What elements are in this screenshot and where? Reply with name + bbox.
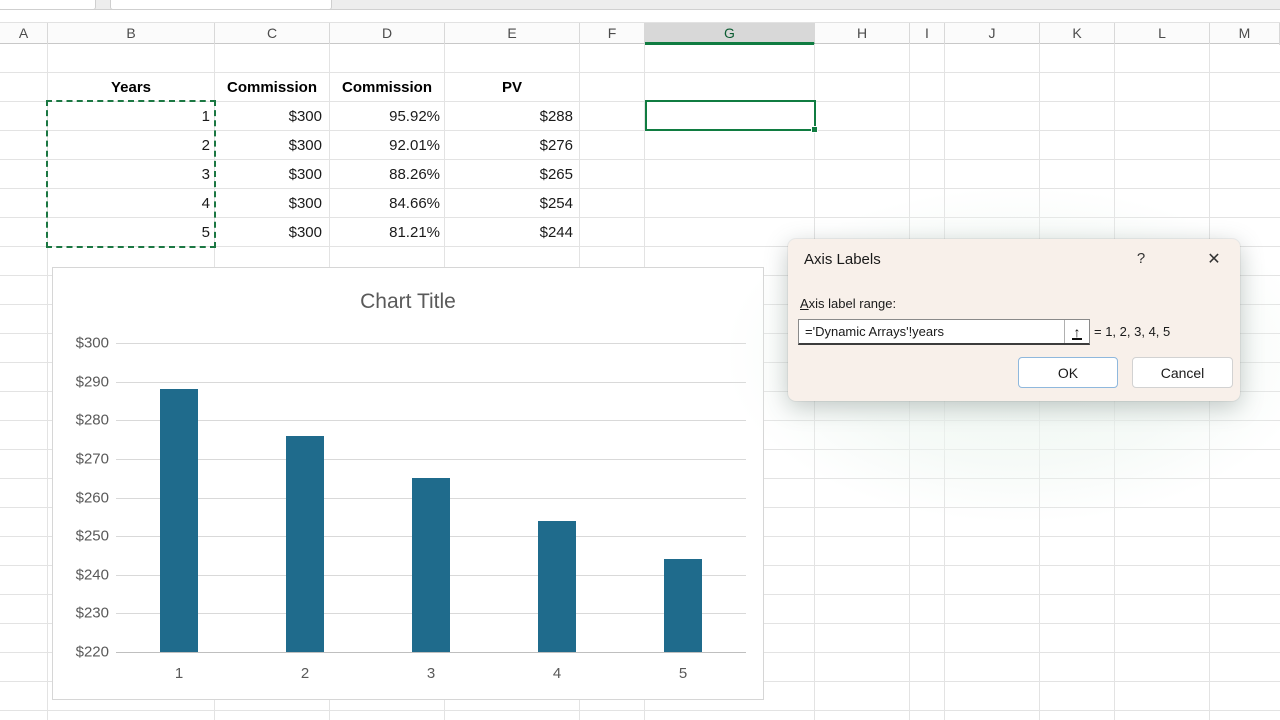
- chart[interactable]: Chart Title $220 $230 $240 $250 $260 $270 $280…: [52, 267, 764, 700]
- cell-B6[interactable]: 4: [80, 189, 210, 218]
- x-axis-label: 3: [427, 665, 435, 682]
- axis-label-range-label: Axis label range:: [800, 296, 896, 311]
- y-axis-label: $290: [57, 373, 109, 390]
- dialog-title: Axis Labels: [804, 251, 881, 268]
- column-header-I[interactable]: I: [910, 23, 945, 45]
- formula-bar-remnant: [0, 0, 1280, 10]
- cell-E5[interactable]: $265: [443, 160, 573, 189]
- cell-D6[interactable]: 84.66%: [310, 189, 440, 218]
- chart-gridline: [116, 343, 746, 344]
- collapse-dialog-icon[interactable]: ↑: [1064, 320, 1089, 343]
- column-header-J[interactable]: J: [945, 23, 1040, 45]
- cell-D3[interactable]: 95.92%: [310, 102, 440, 131]
- chart-title: Chart Title: [53, 290, 763, 314]
- close-icon[interactable]: ✕: [1204, 249, 1224, 269]
- column-header-C[interactable]: C: [215, 23, 330, 45]
- column-header-F[interactable]: F: [580, 23, 645, 45]
- y-axis-label: $250: [57, 528, 109, 545]
- up-arrow-icon: ↑: [1074, 324, 1081, 340]
- chart-bar-5: [664, 559, 702, 652]
- cell-D2[interactable]: Commission: [317, 73, 457, 102]
- cell-B4[interactable]: 2: [80, 131, 210, 160]
- cell-B3[interactable]: 1: [80, 102, 210, 131]
- x-axis-label: 4: [553, 665, 561, 682]
- chart-gridline: [116, 652, 746, 653]
- cell-E4[interactable]: $276: [443, 131, 573, 160]
- axis-labels-dialog: Axis Labels ? ✕ Axis label range: ↑ = 1,…: [788, 239, 1240, 401]
- cell-C7[interactable]: $300: [192, 218, 322, 247]
- formula-input-remnant: [110, 0, 332, 10]
- chart-bar-4: [538, 521, 576, 652]
- x-axis-label: 5: [679, 665, 687, 682]
- axis-label-range-input[interactable]: [799, 320, 1064, 343]
- cell-D4[interactable]: 92.01%: [310, 131, 440, 160]
- cell-C3[interactable]: $300: [192, 102, 322, 131]
- help-icon[interactable]: ?: [1132, 250, 1150, 267]
- column-header-G[interactable]: G: [645, 23, 815, 45]
- fill-handle[interactable]: [811, 126, 818, 133]
- name-box-remnant: [0, 0, 96, 10]
- cell-B5[interactable]: 3: [80, 160, 210, 189]
- selected-cell: [645, 100, 816, 131]
- column-header-L[interactable]: L: [1115, 23, 1210, 45]
- column-header-E[interactable]: E: [445, 23, 580, 45]
- cell-E7[interactable]: $244: [443, 218, 573, 247]
- column-header-M[interactable]: M: [1210, 23, 1280, 45]
- range-input-group: ↑: [798, 319, 1090, 345]
- y-axis-label: $260: [57, 489, 109, 506]
- y-axis-label: $270: [57, 450, 109, 467]
- column-header-row: ABCDEFGHIJKLM: [0, 22, 1280, 44]
- cell-C5[interactable]: $300: [192, 160, 322, 189]
- cell-E6[interactable]: $254: [443, 189, 573, 218]
- column-header-K[interactable]: K: [1040, 23, 1115, 45]
- y-axis-label: $300: [57, 335, 109, 352]
- cell-B2[interactable]: Years: [61, 73, 201, 102]
- grid-line: [47, 44, 48, 720]
- cell-B7[interactable]: 5: [80, 218, 210, 247]
- y-axis-label: $240: [57, 566, 109, 583]
- x-axis-label: 2: [301, 665, 309, 682]
- cell-D7[interactable]: 81.21%: [310, 218, 440, 247]
- column-header-B[interactable]: B: [48, 23, 215, 45]
- y-axis-label: $280: [57, 412, 109, 429]
- chart-bar-3: [412, 478, 450, 652]
- chart-bar-2: [286, 436, 324, 652]
- cell-E3[interactable]: $288: [443, 102, 573, 131]
- y-axis-label: $230: [57, 605, 109, 622]
- ok-button[interactable]: OK: [1018, 357, 1118, 388]
- cell-C6[interactable]: $300: [192, 189, 322, 218]
- chart-gridline: [116, 382, 746, 383]
- column-header-D[interactable]: D: [330, 23, 445, 45]
- cell-D5[interactable]: 88.26%: [310, 160, 440, 189]
- y-axis-label: $220: [57, 644, 109, 661]
- range-preview: = 1, 2, 3, 4, 5: [1094, 319, 1170, 345]
- chart-bar-1: [160, 389, 198, 652]
- chart-gridline: [116, 459, 746, 460]
- column-header-A[interactable]: A: [0, 23, 48, 45]
- cell-C4[interactable]: $300: [192, 131, 322, 160]
- column-header-H[interactable]: H: [815, 23, 910, 45]
- x-axis-label: 1: [175, 665, 183, 682]
- cell-E2[interactable]: PV: [442, 73, 582, 102]
- cancel-button[interactable]: Cancel: [1132, 357, 1233, 388]
- chart-gridline: [116, 420, 746, 421]
